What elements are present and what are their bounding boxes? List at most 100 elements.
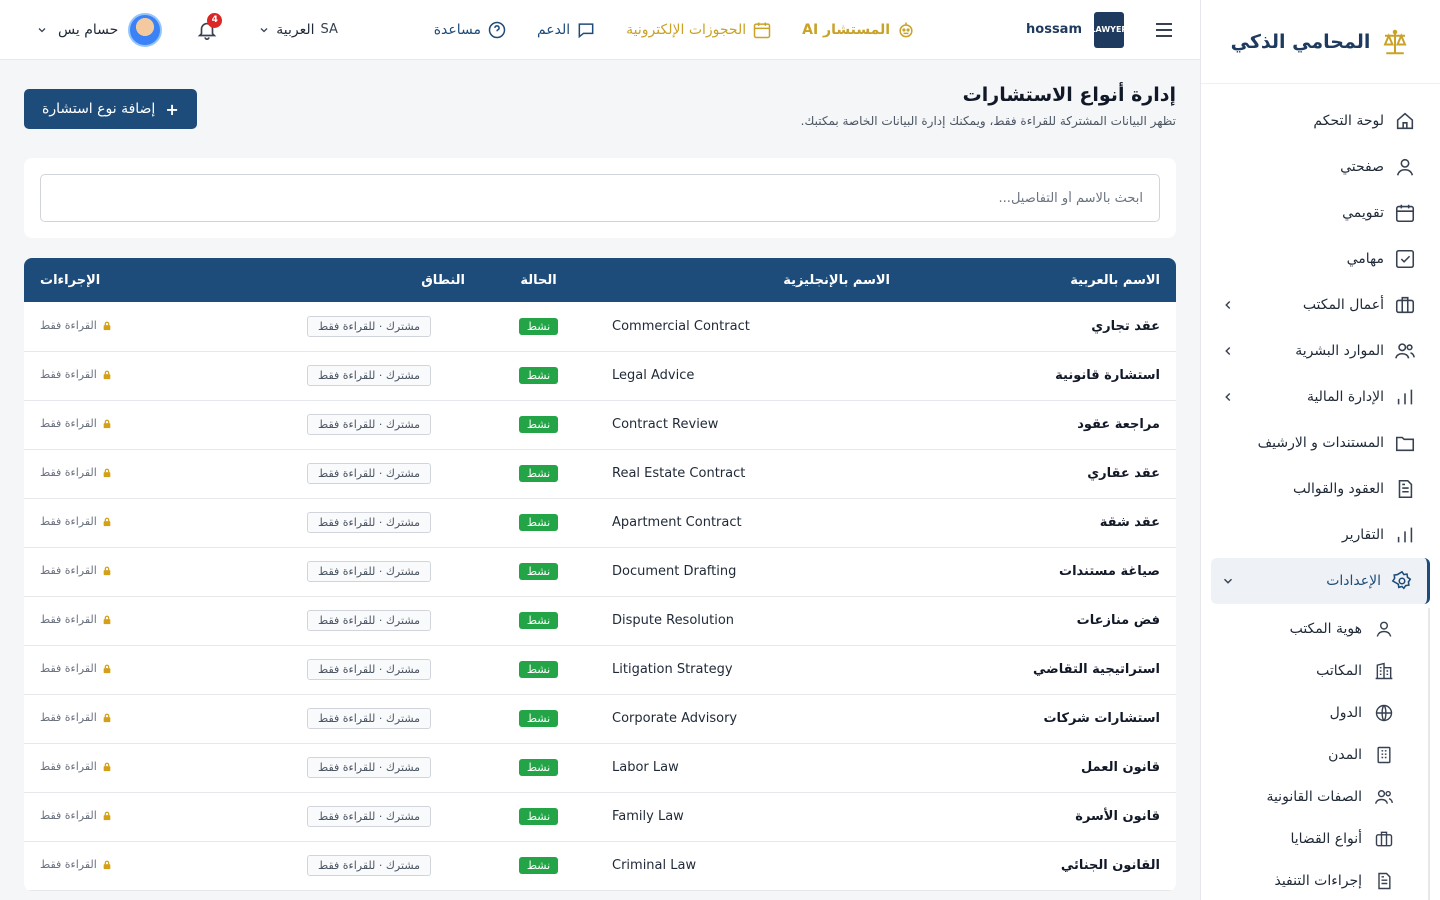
- read-only-indicator: القراءة فقط: [40, 858, 112, 871]
- chevron-down-icon: [36, 24, 48, 36]
- table-row: قانون الأسرة Family Law نشط مشترك · للقراءة…: [24, 792, 1176, 841]
- menu-icon[interactable]: [1152, 18, 1176, 42]
- file-text-icon: [1394, 478, 1416, 500]
- bookings-link[interactable]: الحجوزات الإلكترونية: [626, 20, 772, 40]
- submenu-item[interactable]: إجراءات التنفيذ: [1201, 860, 1428, 900]
- sidebar-item-label: لوحة التحكم: [1313, 113, 1384, 129]
- status-badge: نشط: [518, 317, 559, 335]
- lock-icon: [102, 517, 112, 527]
- chevron-down-icon: [1221, 574, 1235, 588]
- submenu-item[interactable]: الصفات القانونية: [1201, 776, 1428, 818]
- cell-name-en: Document Drafting: [612, 564, 737, 579]
- sidebar-item[interactable]: لوحة التحكم: [1201, 98, 1440, 144]
- ai-advisor-link[interactable]: المستشار AI: [802, 20, 916, 40]
- language-selector[interactable]: SA العربية: [258, 22, 338, 38]
- submenu-item[interactable]: المكاتب: [1201, 650, 1428, 692]
- sidebar: المحامي الذكي لوحة التحكم صفحتي تقويمي مهام…: [1200, 0, 1440, 900]
- sidebar-item[interactable]: أعمال المكتب: [1201, 282, 1440, 328]
- sidebar-item[interactable]: مهامي: [1201, 236, 1440, 282]
- status-badge: نشط: [518, 759, 559, 776]
- file-text-icon: [1374, 871, 1394, 891]
- briefcase-icon: [1394, 294, 1416, 316]
- read-only-label: القراءة فقط: [40, 564, 97, 578]
- table-row: استشارة قانونية Legal Advice نشط مشترك · لل…: [24, 351, 1176, 400]
- sidebar-item[interactable]: تقويمي: [1201, 190, 1440, 236]
- bookings-label: الحجوزات الإلكترونية: [626, 21, 747, 38]
- users-icon: [1394, 340, 1416, 362]
- read-only-indicator: القراءة فقط: [40, 760, 112, 773]
- help-link[interactable]: مساعدة: [434, 20, 507, 40]
- sidebar-item[interactable]: الإدارة المالية: [1201, 374, 1440, 420]
- submenu-item[interactable]: المدن: [1201, 734, 1428, 776]
- status-badge: نشط: [518, 808, 559, 825]
- read-only-label: القراءة فقط: [40, 760, 97, 774]
- cell-name-ar: قانون الأسرة: [1075, 809, 1160, 824]
- table-header-row: الاسم بالعربية الاسم بالإنجليزية الحالة …: [24, 258, 1176, 302]
- scope-badge: مشترك · للقراءة فقط: [307, 315, 432, 337]
- read-only-label: القراءة فقط: [40, 515, 97, 529]
- chevron-left-icon: [1221, 298, 1235, 312]
- lock-icon: [102, 762, 112, 772]
- brand[interactable]: المحامي الذكي: [1201, 0, 1440, 84]
- user-profile-menu[interactable]: حسام يس: [36, 12, 163, 47]
- calendar-icon: [752, 20, 772, 40]
- read-only-label: القراءة فقط: [40, 417, 97, 431]
- table-row: عقد شقة Apartment Contract نشط مشترك · للقر…: [24, 498, 1176, 547]
- language-label: العربية: [276, 21, 315, 38]
- building-icon: [1374, 661, 1394, 681]
- submenu-item-label: هوية المكتب: [1289, 621, 1362, 637]
- ai-advisor-label: المستشار AI: [802, 21, 891, 38]
- cell-name-ar: فض منازعات: [1076, 613, 1160, 628]
- submenu-item[interactable]: هوية المكتب: [1201, 608, 1428, 650]
- read-only-indicator: القراءة فقط: [40, 319, 112, 332]
- lock-icon: [102, 713, 112, 723]
- read-only-label: القراءة فقط: [40, 809, 97, 823]
- status-badge: نشط: [518, 857, 559, 874]
- office-user-code: hossam: [1026, 22, 1082, 37]
- col-actions: الإجراءات: [40, 272, 101, 288]
- cell-name-en: Family Law: [612, 809, 684, 824]
- sidebar-item[interactable]: الموارد البشرية: [1201, 328, 1440, 374]
- user-name: حسام يس: [58, 21, 119, 38]
- read-only-indicator: القراءة فقط: [40, 809, 112, 822]
- scope-badge: مشترك · للقراءة فقط: [307, 659, 432, 680]
- add-consultation-type-button[interactable]: + إضافة نوع استشارة: [24, 89, 197, 129]
- scope-badge: مشترك · للقراءة فقط: [307, 463, 432, 484]
- notifications-button[interactable]: 4: [196, 12, 223, 41]
- submenu-item[interactable]: أنواع القضايا: [1201, 818, 1428, 860]
- submenu-item-label: المدن: [1328, 747, 1362, 763]
- read-only-label: القراءة فقط: [40, 368, 97, 382]
- cell-name-en: Criminal Law: [612, 858, 697, 873]
- brand-name: المحامي الذكي: [1230, 30, 1371, 53]
- sidebar-item-settings[interactable]: الإعدادات: [1211, 558, 1430, 604]
- table-row: عقد تجاري Commercial Contract نشط مشترك · ل…: [24, 302, 1176, 351]
- read-only-indicator: القراءة فقط: [40, 515, 112, 528]
- submenu-item-label: الدول: [1329, 705, 1362, 721]
- status-badge: نشط: [518, 514, 559, 531]
- lock-icon: [102, 664, 112, 674]
- cell-name-en: Apartment Contract: [612, 515, 742, 530]
- sidebar-item[interactable]: صفحتي: [1201, 144, 1440, 190]
- status-badge: نشط: [518, 367, 559, 384]
- sidebar-item[interactable]: العقود والقوالب: [1201, 466, 1440, 512]
- search-input[interactable]: [40, 174, 1160, 222]
- home-icon: [1394, 110, 1416, 132]
- cell-name-en: Real Estate Contract: [612, 466, 746, 481]
- sidebar-item[interactable]: التقارير: [1201, 512, 1440, 558]
- calendar-icon: [1394, 202, 1416, 224]
- page-title: إدارة أنواع الاستشارات: [962, 84, 1176, 106]
- submenu-item[interactable]: الدول: [1201, 692, 1428, 734]
- top-header: LAWYER hossam المستشار AI الحجوزات الإلك…: [0, 0, 1200, 60]
- scope-badge: مشترك · للقراءة فقط: [307, 365, 432, 386]
- lock-icon: [102, 321, 112, 331]
- page-header: إدارة أنواع الاستشارات تظهر البيانات الم…: [24, 60, 1176, 158]
- table-row: استشارات شركات Corporate Advisory نشط مشترك…: [24, 694, 1176, 743]
- submenu-item-label: المكاتب: [1316, 663, 1362, 679]
- cell-name-en: Contract Review: [612, 417, 719, 432]
- scope-badge: مشترك · للقراءة فقط: [307, 610, 432, 631]
- support-link[interactable]: الدعم: [537, 20, 596, 40]
- sidebar-item[interactable]: المستندات و الارشيف: [1201, 420, 1440, 466]
- table-row: عقد عقاري Real Estate Contract نشط مشترك · …: [24, 449, 1176, 498]
- office-logo: LAWYER: [1090, 11, 1128, 48]
- lock-icon: [102, 860, 112, 870]
